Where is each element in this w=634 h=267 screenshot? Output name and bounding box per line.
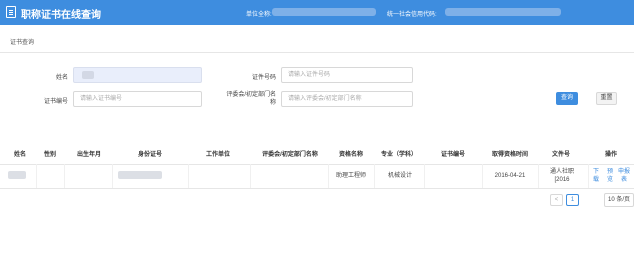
application-form-link-line2: 表	[620, 177, 627, 183]
application-form-link[interactable]: 申报 表	[617, 168, 631, 184]
cell-obtain-date: 2016-04-21	[494, 173, 526, 179]
cert-no-input[interactable]: 请输入证件号码	[281, 67, 413, 83]
preview-link[interactable]: 预 览	[604, 168, 616, 184]
query-button[interactable]: 查询	[556, 92, 578, 105]
col-name: 姓名	[13, 152, 26, 158]
cell-divider	[482, 164, 483, 188]
col-id-number: 身份证号	[137, 152, 162, 158]
name-label: 姓名	[55, 75, 68, 81]
table-row: 助理工程师 机械设计 2016-04-21 通人社职 [2016 下 载 预 览…	[0, 164, 634, 189]
cert-code-placeholder: 请输入证书编号	[80, 96, 123, 102]
cell-qualification: 助理工程师	[335, 173, 366, 179]
cert-code-input[interactable]: 请输入证书编号	[73, 91, 202, 107]
committee-label: 评委会/初定部门名 称	[222, 91, 276, 107]
app-title: 职称证书在线查询	[21, 10, 101, 21]
committee-input[interactable]: 请输入评委会/初定部门名称	[281, 91, 413, 107]
doc-no-line2: [2016	[554, 177, 570, 183]
doc-no-line1: 通人社职	[549, 169, 574, 175]
cell-divider	[424, 164, 425, 188]
committee-label-line1: 评委会/初定部门名	[226, 92, 276, 98]
cell-divider	[588, 164, 589, 188]
application-form-link-line1: 申报	[617, 169, 630, 175]
cell-id-redacted	[118, 171, 162, 179]
col-cert-no: 证书编号	[440, 152, 465, 158]
cert-no-placeholder: 请输入证件号码	[288, 72, 331, 78]
preview-link-line1: 预	[606, 169, 613, 175]
credit-code-value-redacted	[445, 8, 561, 16]
cell-divider	[36, 164, 37, 188]
unit-name-value-redacted	[272, 8, 376, 16]
unit-name-label: 单位全称:	[246, 12, 272, 18]
committee-label-line2: 称	[269, 100, 276, 106]
cert-code-label: 证书编号	[43, 99, 68, 105]
page-size-select[interactable]: 10 条/页	[604, 193, 634, 207]
col-birth: 出生年月	[76, 152, 101, 158]
cell-divider	[188, 164, 189, 188]
app-header: 职称证书在线查询 单位全称: 统一社会信用代码:	[0, 0, 634, 25]
reset-button[interactable]: 重置	[596, 92, 617, 105]
col-qualification: 资格名称	[338, 152, 363, 158]
col-obtain-date: 取得资格时间	[491, 152, 528, 158]
table-header: 姓名 性别 出生年月 身份证号 工作单位 评委会/初定部门名称 资格名称 专业（…	[0, 142, 634, 165]
cell-divider	[328, 164, 329, 188]
col-committee: 评委会/初定部门名称	[262, 152, 318, 158]
cell-doc-no: 通人社职 [2016	[544, 168, 580, 184]
section-divider	[0, 52, 634, 53]
download-link[interactable]: 下 载	[590, 168, 602, 184]
cert-no-label: 证件号码	[251, 75, 276, 81]
cell-divider	[538, 164, 539, 188]
cell-major: 机械设计	[387, 173, 412, 179]
cell-name-redacted	[8, 171, 26, 179]
cell-divider	[112, 164, 113, 188]
page-1-button[interactable]: 1	[566, 194, 579, 206]
cell-divider	[250, 164, 251, 188]
credit-code-label: 统一社会信用代码:	[387, 12, 437, 18]
col-gender: 性别	[43, 152, 56, 158]
cell-divider	[64, 164, 65, 188]
section-title: 证书查询	[10, 40, 35, 46]
certificate-icon	[6, 6, 16, 18]
name-value-redacted	[82, 71, 94, 79]
col-actions: 操作	[604, 152, 617, 158]
col-major: 专业（学科）	[380, 152, 417, 158]
download-link-line2: 载	[592, 177, 599, 183]
cell-divider	[374, 164, 375, 188]
col-employer: 工作单位	[205, 152, 230, 158]
col-doc-no: 文件号	[551, 152, 570, 158]
prev-page-button[interactable]: <	[550, 194, 563, 206]
committee-placeholder: 请输入评委会/初定部门名称	[288, 96, 362, 102]
download-link-line1: 下	[592, 169, 599, 175]
preview-link-line2: 览	[606, 177, 613, 183]
name-input[interactable]	[73, 67, 202, 83]
